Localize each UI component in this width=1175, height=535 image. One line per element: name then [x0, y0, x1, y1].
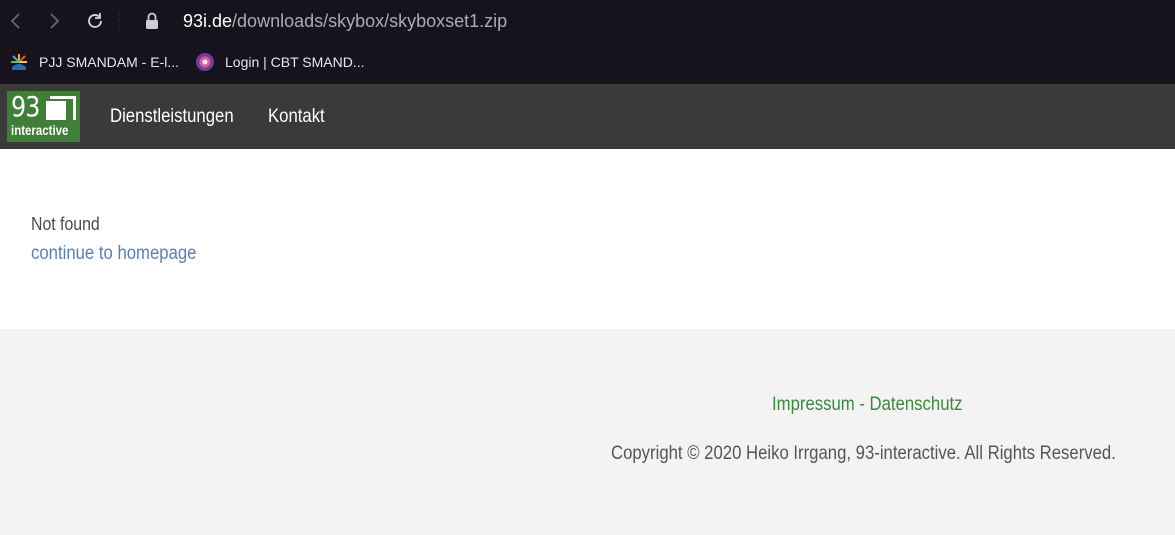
- footer-links: Impressum - Datenschutz: [772, 394, 963, 416]
- logo-number: 93: [11, 90, 40, 123]
- toolbar-separator: · · ·: [118, 9, 122, 32]
- impressum-link[interactable]: Impressum: [772, 394, 855, 415]
- browser-chrome: · · · 93i.de/downloads/skybox/skyboxset1.z…: [0, 0, 1175, 84]
- back-arrow-icon[interactable]: [4, 9, 28, 33]
- forward-arrow-icon[interactable]: [42, 9, 66, 33]
- not-found-message: Not found: [31, 214, 100, 234]
- datenschutz-link[interactable]: Datenschutz: [870, 394, 963, 415]
- bookmark-login-cbt[interactable]: Login | CBT SMAND...: [195, 50, 365, 74]
- main-content: Not found continue to homepage: [0, 149, 1175, 329]
- bookmark-label: Login | CBT SMAND...: [225, 54, 365, 70]
- copyright-text: Copyright © 2020 Heiko Irrgang, 93-inter…: [611, 443, 1116, 464]
- menu-link-kontakt[interactable]: Kontakt: [268, 105, 325, 129]
- logo-word: interactive: [11, 122, 69, 138]
- menu-link-dienstleistungen[interactable]: Dienstleistungen: [110, 105, 234, 129]
- url-path: /downloads/skybox/skyboxset1.zip: [232, 11, 508, 31]
- sunburst-icon: [9, 52, 29, 72]
- url-host: 93i.de: [183, 11, 233, 31]
- bookmark-label: PJJ SMANDAM - E-l...: [39, 54, 180, 70]
- footer-link-separator: -: [854, 394, 870, 415]
- site-header: 93 interactive Dienstleistungen Kontakt: [0, 84, 1175, 149]
- site-footer: Impressum - Datenschutz Copyright © 2020…: [0, 329, 1175, 535]
- logo-square-icon: [46, 101, 66, 120]
- homepage-link[interactable]: continue to homepage: [31, 243, 196, 265]
- address-bar[interactable]: 93i.de/downloads/skybox/skyboxset1.zip: [183, 10, 507, 32]
- lock-icon[interactable]: [143, 11, 161, 31]
- bookmark-pjj-smandam[interactable]: PJJ SMANDAM - E-l...: [9, 50, 179, 74]
- lollipop-icon: [195, 52, 215, 72]
- reload-icon[interactable]: [83, 9, 107, 33]
- site-logo[interactable]: 93 interactive: [7, 91, 80, 142]
